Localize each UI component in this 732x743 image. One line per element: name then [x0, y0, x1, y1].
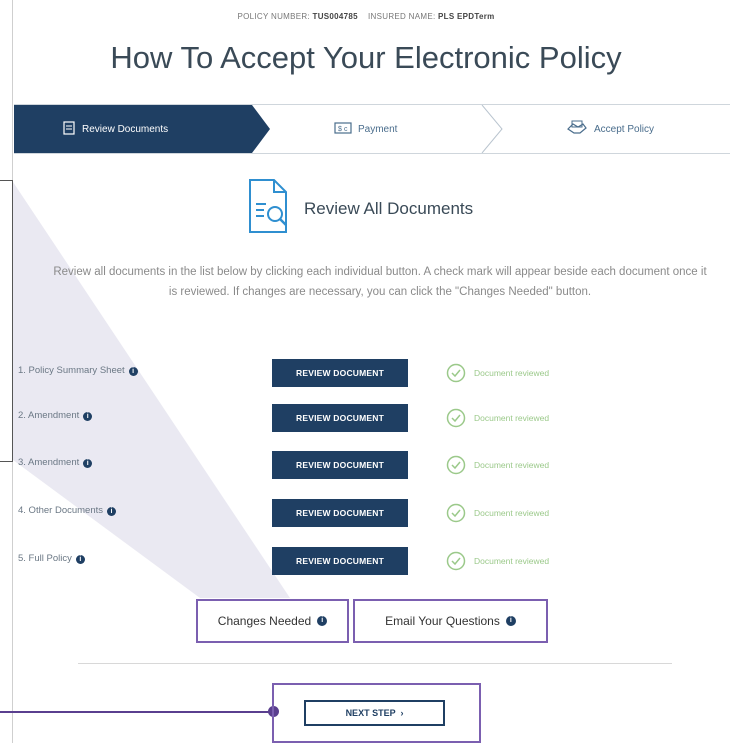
document-label: 4. Other Documents i	[18, 505, 117, 516]
step-separator-chevron	[481, 105, 503, 153]
review-document-button[interactable]: REVIEW DOCUMENT	[272, 404, 408, 432]
side-panel-edge	[0, 180, 13, 462]
review-document-button[interactable]: REVIEW DOCUMENT	[272, 359, 408, 387]
document-label: 5. Full Policy i	[18, 553, 85, 564]
next-step-button[interactable]: NEXT STEP ›	[304, 700, 445, 726]
review-header: Review All Documents	[246, 178, 473, 239]
document-label: 2. Amendment i	[18, 410, 93, 421]
info-icon[interactable]: i	[75, 555, 85, 564]
check-circle-icon	[446, 551, 466, 571]
step-label: Review Documents	[82, 123, 169, 135]
document-status: Document reviewed	[446, 408, 549, 428]
section-divider	[78, 663, 672, 664]
document-status: Document reviewed	[446, 551, 549, 571]
insured-name-label: INSURED NAME:	[368, 12, 436, 21]
check-circle-icon	[446, 503, 466, 523]
document-row: 5. Full Policy i REVIEW DOCUMENT Document…	[18, 547, 618, 575]
info-icon[interactable]: i	[83, 412, 93, 421]
policy-number-label: POLICY NUMBER:	[237, 12, 310, 21]
callout-connector-line	[0, 711, 272, 713]
page-title: How To Accept Your Electronic Policy	[110, 40, 622, 75]
svg-text:$: $	[338, 126, 342, 133]
check-circle-icon	[446, 363, 466, 383]
review-instructions: Review all documents in the list below b…	[53, 266, 707, 298]
step-review-documents[interactable]: Review Documents	[14, 105, 252, 153]
document-status: Document reviewed	[446, 455, 549, 475]
document-status: Document reviewed	[446, 363, 549, 383]
policy-number: TUS004785	[312, 12, 358, 21]
insured-name: PLS EPDTerm	[438, 12, 495, 21]
action-links: Changes Needed i Email Your Questions i	[196, 599, 548, 645]
document-icon	[62, 120, 76, 138]
info-icon[interactable]: i	[107, 507, 117, 516]
step-label: Payment	[358, 123, 398, 135]
document-status: Document reviewed	[446, 503, 549, 523]
document-label: 3. Amendment i	[18, 457, 93, 468]
check-circle-icon	[446, 455, 466, 475]
document-row: 3. Amendment i REVIEW DOCUMENT Document r…	[18, 451, 618, 479]
active-step-arrow	[252, 105, 270, 153]
email-questions-button[interactable]: Email Your Questions i	[353, 599, 548, 643]
check-circle-icon	[446, 408, 466, 428]
info-icon: i	[317, 616, 328, 626]
document-label: 1. Policy Summary Sheet i	[18, 365, 138, 376]
document-row: 2. Amendment i REVIEW DOCUMENT Document r…	[18, 404, 618, 432]
review-title: Review All Documents	[304, 198, 474, 218]
chevron-right-icon: ›	[397, 708, 404, 718]
info-icon: i	[505, 616, 516, 626]
review-document-button[interactable]: REVIEW DOCUMENT	[272, 499, 408, 527]
changes-needed-button[interactable]: Changes Needed i	[196, 599, 349, 643]
document-row: 1. Policy Summary Sheet i REVIEW DOCUMENT…	[18, 359, 618, 387]
review-document-button[interactable]: REVIEW DOCUMENT	[272, 547, 408, 575]
next-step-highlight: NEXT STEP ›	[272, 683, 481, 743]
step-progress-bar: Review Documents $ c Payment Accept Polic…	[14, 104, 730, 154]
handshake-icon	[566, 120, 588, 139]
step-label: Accept Policy	[594, 123, 655, 135]
info-icon[interactable]: i	[83, 459, 93, 468]
document-row: 4. Other Documents i REVIEW DOCUMENT Docu…	[18, 499, 618, 527]
document-search-icon	[246, 178, 290, 239]
step-payment[interactable]: $ c Payment	[334, 105, 397, 153]
step-accept-policy[interactable]: Accept Policy	[566, 105, 654, 153]
review-document-button[interactable]: REVIEW DOCUMENT	[272, 451, 408, 479]
info-icon[interactable]: i	[128, 367, 138, 376]
payment-icon: $ c	[334, 121, 352, 138]
svg-text:c: c	[344, 126, 348, 133]
policy-info-line: POLICY NUMBER: TUS004785 INSURED NAME: P…	[0, 12, 732, 21]
